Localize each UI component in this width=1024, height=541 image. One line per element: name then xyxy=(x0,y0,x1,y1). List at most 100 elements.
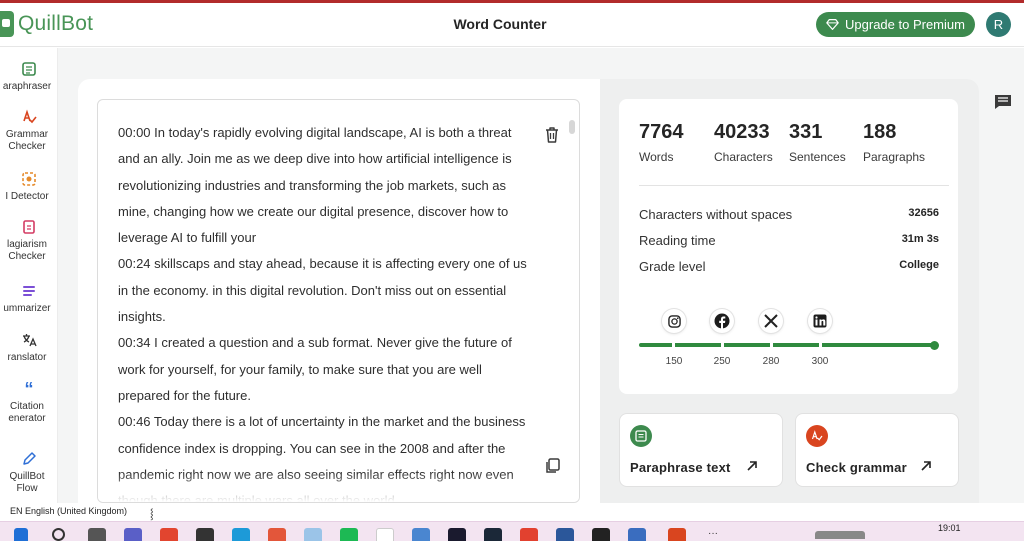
row-value: 32656 xyxy=(908,207,939,219)
spotify-icon[interactable] xyxy=(340,528,358,541)
ai-detector-icon xyxy=(20,170,38,188)
check-grammar-button[interactable]: Check grammar xyxy=(795,413,959,487)
tick-label: 150 xyxy=(665,356,683,367)
row-grade-level: Grade level College xyxy=(639,259,939,274)
row-characters-without-spaces: Characters without spaces 32656 xyxy=(639,207,939,222)
sidebar-item-label: ummarizer xyxy=(3,303,51,314)
sidebar-item-label: QuillBot Flow xyxy=(9,471,45,494)
track-divider xyxy=(819,342,822,348)
characters-label: Characters xyxy=(714,150,773,164)
comment-icon[interactable] xyxy=(994,94,1012,115)
app-icon[interactable] xyxy=(268,528,286,541)
upgrade-button[interactable]: Upgrade to Premium xyxy=(816,12,975,37)
sidebar-item-label: I Detector xyxy=(5,191,49,202)
sidebar-item-quillbot-flow[interactable]: QuillBot Flow xyxy=(0,450,57,495)
sidebar-item-label: Citation enerator xyxy=(8,401,46,424)
stat-paragraphs: 188 Paragraphs xyxy=(863,121,925,164)
app-icon[interactable] xyxy=(376,528,394,541)
citation-icon: “ xyxy=(24,379,34,399)
app-icon[interactable] xyxy=(628,528,646,541)
row-reading-time: Reading time 31m 3s xyxy=(639,233,939,248)
app-icon[interactable] xyxy=(412,528,430,541)
plagiarism-icon xyxy=(20,218,38,236)
steam-icon[interactable] xyxy=(484,528,502,541)
transcript-paragraph: 00:34 I created a question and a sub for… xyxy=(118,335,512,403)
paraphrase-text-label: Paraphrase text xyxy=(630,460,731,475)
sidebar-item-label: lagiarism Checker xyxy=(6,239,47,262)
sidebar-item-grammar-checker[interactable]: Grammar Checker xyxy=(0,108,57,153)
sidebar-item-label: Grammar Checker xyxy=(5,129,49,152)
app-icon[interactable] xyxy=(196,528,214,541)
transcript-paragraph: 00:24 skillscaps and stay ahead, because… xyxy=(118,256,527,325)
sidebar-item-citation-generator[interactable]: “ Citation enerator xyxy=(0,379,57,425)
row-value: College xyxy=(899,259,939,271)
length-track xyxy=(639,343,933,347)
trash-icon[interactable] xyxy=(545,127,559,148)
track-handle[interactable] xyxy=(930,341,939,350)
summarizer-icon xyxy=(20,282,38,300)
upgrade-label: Upgrade to Premium xyxy=(845,17,965,32)
arrow-up-right-icon xyxy=(920,459,932,477)
stat-words: 7764 Words xyxy=(639,121,684,164)
sidebar-item-paraphraser[interactable]: araphraser xyxy=(0,60,57,93)
flow-icon xyxy=(20,450,38,468)
check-grammar-label: Check grammar xyxy=(806,460,907,475)
instagram-icon[interactable] xyxy=(662,309,686,333)
avatar[interactable]: R xyxy=(986,12,1011,37)
paraphraser-icon xyxy=(630,425,652,447)
translator-icon xyxy=(20,331,38,349)
facebook-icon[interactable] xyxy=(710,309,734,333)
sidebar-item-translator[interactable]: ranslator xyxy=(0,331,57,364)
windows-start-icon[interactable] xyxy=(14,528,28,541)
words-label: Words xyxy=(639,150,674,164)
system-tray[interactable] xyxy=(815,531,865,539)
app-icon[interactable] xyxy=(520,528,538,541)
paraphraser-icon xyxy=(20,60,38,78)
paragraphs-label: Paragraphs xyxy=(863,150,926,164)
row-value: 31m 3s xyxy=(901,233,939,245)
sidebar-item-summarizer[interactable]: ummarizer xyxy=(0,282,57,315)
linkedin-icon[interactable] xyxy=(808,309,832,333)
input-language[interactable]: EN English (United Kingdom) xyxy=(10,506,127,516)
sentences-label: Sentences xyxy=(789,150,846,164)
track-divider xyxy=(770,342,773,348)
sidebar-item-label: araphraser xyxy=(2,81,52,92)
grammar-icon xyxy=(20,108,38,126)
language-bar: EN English (United Kingdom) ⸾ xyxy=(0,503,1024,521)
copy-icon[interactable] xyxy=(545,458,560,479)
app-icon[interactable] xyxy=(448,528,466,541)
words-count: 7764 xyxy=(639,121,684,143)
diamond-icon xyxy=(826,19,839,30)
sentences-count: 331 xyxy=(789,121,823,143)
editor-content[interactable]: 00:00 In today's rapidly evolving digita… xyxy=(118,120,530,502)
chrome-profile-icon[interactable] xyxy=(668,528,686,541)
clock[interactable]: 19:01 xyxy=(938,523,961,533)
chrome-icon[interactable] xyxy=(160,528,178,541)
tick-label: 300 xyxy=(811,356,829,367)
editor-scrollbar[interactable] xyxy=(569,120,575,134)
search-icon[interactable] xyxy=(52,528,65,541)
editor-fade xyxy=(98,472,579,502)
app-icon[interactable] xyxy=(592,528,610,541)
track-divider xyxy=(672,342,675,348)
paraphrase-text-button[interactable]: Paraphrase text xyxy=(619,413,783,487)
sidebar-item-plagiarism-checker[interactable]: lagiarism Checker xyxy=(0,218,57,263)
more-icon[interactable]: ··· xyxy=(708,528,726,541)
teams-icon[interactable] xyxy=(124,528,142,541)
row-label: Grade level xyxy=(639,259,706,274)
app-icon[interactable] xyxy=(304,528,322,541)
text-editor[interactable]: 00:00 In today's rapidly evolving digita… xyxy=(97,99,580,503)
stats-divider xyxy=(639,185,949,186)
word-icon[interactable] xyxy=(556,528,574,541)
characters-count: 40233 xyxy=(714,121,770,143)
sidebar-item-label: ranslator xyxy=(7,352,47,363)
task-view-icon[interactable] xyxy=(88,528,106,541)
edge-icon[interactable] xyxy=(232,528,250,541)
stats-card: 7764 Words 40233 Characters 331 Sentence… xyxy=(619,99,958,394)
stat-sentences: 331 Sentences xyxy=(789,121,846,164)
tick-label: 250 xyxy=(713,356,731,367)
x-icon[interactable] xyxy=(759,309,783,333)
sidebar-item-ai-detector[interactable]: I Detector xyxy=(0,170,57,203)
text-cursor-icon: ⸾ xyxy=(150,509,154,520)
stat-characters: 40233 Characters xyxy=(714,121,773,164)
